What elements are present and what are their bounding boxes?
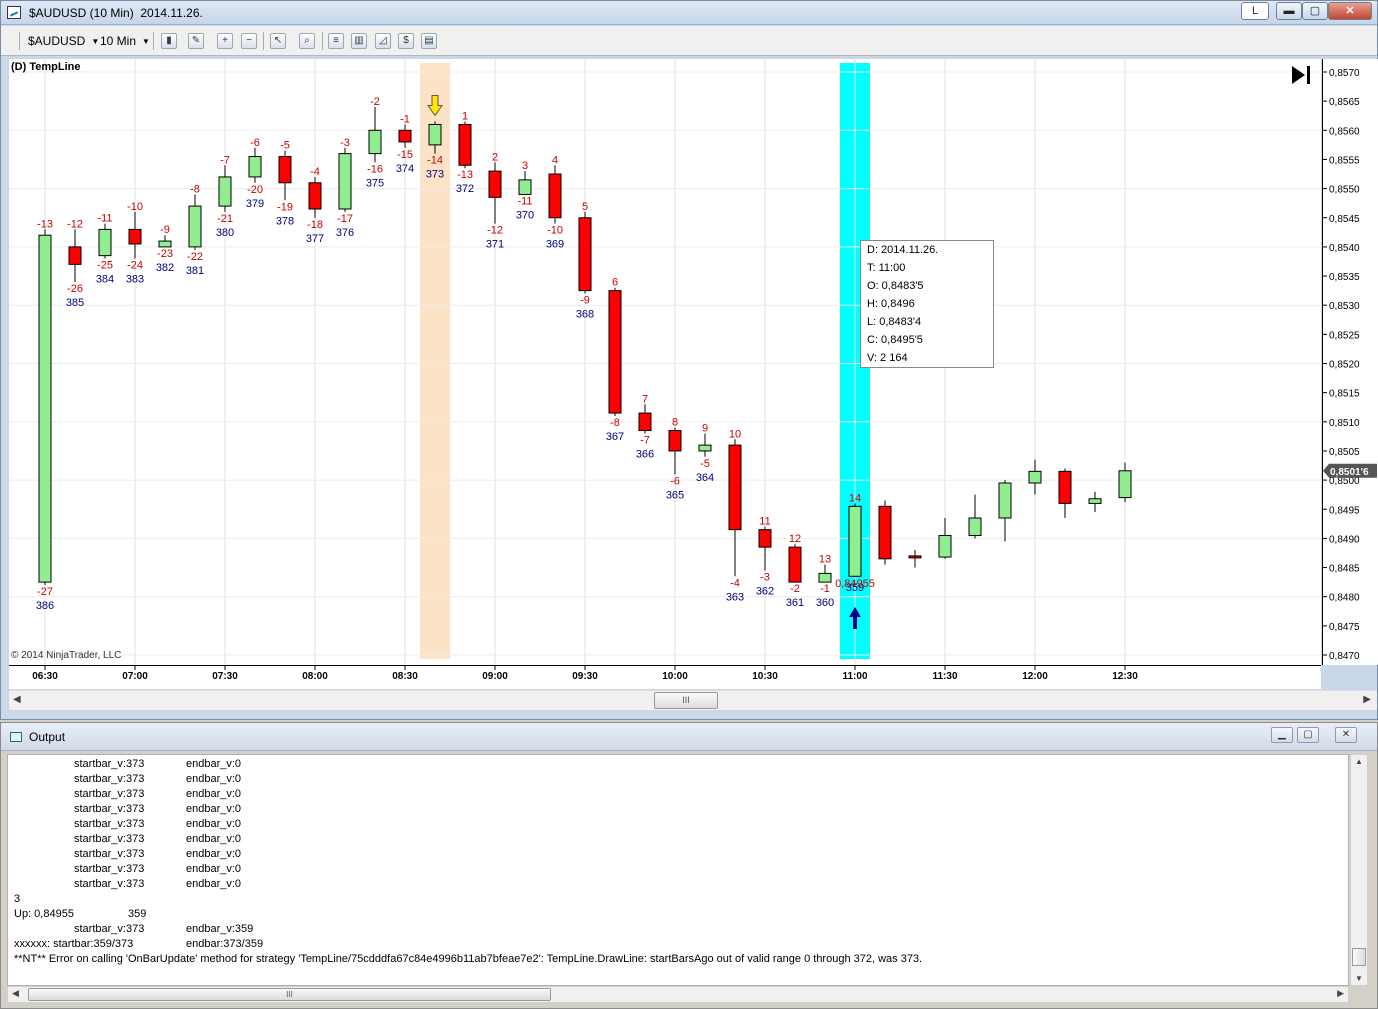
databox-low: L: 0,8483'4 (867, 316, 922, 328)
interval-selector[interactable]: 10 Min ▼ (100, 34, 150, 48)
bar-type-icon[interactable]: ▮ (161, 33, 177, 49)
close-icon: ✕ (1341, 729, 1351, 740)
output-line-endbar: endbar_v:0 (186, 788, 242, 800)
chart-window: $AUDUSD (10 Min) 2014.11.26. L ▬ ▢ ✕ $AU… (0, 0, 1378, 720)
output-window-icon (10, 732, 22, 742)
copyright-text: © 2014 NinjaTrader, LLC (11, 650, 122, 661)
zoom-out-icon[interactable]: − (241, 33, 257, 49)
output-line-endbar: endbar_v:0 (186, 863, 242, 875)
scroll-down-icon[interactable]: ▼ (1355, 974, 1363, 983)
output-line-startbar: startbar_v:373 (74, 773, 145, 785)
output-minimize-button[interactable]: ▁ (1271, 727, 1293, 743)
dollar-icon[interactable]: $ (398, 33, 414, 49)
output-line-startbar: startbar_v:373 (74, 878, 145, 890)
output-line-startbar: startbar_v:373 (74, 833, 145, 845)
toolbar-separator (263, 32, 264, 50)
output-line-endbar: endbar_v:0 (186, 878, 242, 890)
output-line-startbar: startbar_v:373 (74, 848, 145, 860)
output-maximize-button[interactable]: ▢ (1297, 727, 1319, 743)
link-button[interactable]: L (1241, 2, 1269, 20)
title-bar[interactable]: $AUDUSD (10 Min) 2014.11.26. L ▬ ▢ ✕ (1, 1, 1377, 25)
output-line-xx: xxxxxx: startbar:359/373 (14, 938, 134, 950)
toolbar-separator (19, 32, 20, 50)
output-line-endbar: endbar_v:0 (186, 833, 242, 845)
scroll-up-icon[interactable]: ▲ (1355, 757, 1363, 766)
indicators-icon[interactable]: ▥ (351, 33, 367, 49)
scrollbar-thumb[interactable] (1352, 948, 1366, 966)
scrollbar-thumb[interactable]: III (28, 988, 551, 1001)
output-line-up: Up: 0,84955 (14, 908, 74, 920)
output-horizontal-scrollbar[interactable]: ◀ III ▶ (7, 986, 1349, 1003)
data-box: D: 2014.11.26. T: 11:00 O: 0,8483'5 H: 0… (860, 240, 994, 368)
output-title: Output (29, 730, 66, 744)
output-line-endbar: endbar_v:0 (186, 773, 242, 785)
pencil-draw-icon[interactable]: ✎ (188, 33, 204, 49)
databox-time: T: 11:00 (867, 262, 906, 274)
layout-icon[interactable]: ▤ (421, 33, 437, 49)
strategies-icon[interactable]: ◿ (375, 33, 391, 49)
scroll-right-icon[interactable]: ▶ (1363, 694, 1371, 705)
maximize-icon: ▢ (1303, 729, 1313, 740)
output-line-endbar: endbar_v:0 (186, 848, 242, 860)
output-line-startbar: startbar_v:373 (74, 758, 145, 770)
chart-plot-area[interactable] (9, 59, 1321, 665)
scrollbar-thumb[interactable]: III (654, 692, 718, 709)
maximize-icon: ▢ (1309, 5, 1321, 17)
search-icon[interactable]: ⌕ (299, 33, 315, 49)
output-line-count: 3 (14, 893, 21, 905)
output-text-area[interactable]: startbar_v:373 endbar_v:0 startbar_v:373 en… (7, 754, 1349, 986)
chart-horizontal-scrollbar[interactable]: ◀ III ▶ (9, 690, 1377, 710)
chart-toolbar: $AUDUSD ▼ 10 Min ▼ ▮ ✎ + − ↖ ⌕ ≡ ▥ ◿ $ ▤ (1, 26, 1377, 56)
output-line-endbar: endbar_v:359 (186, 923, 254, 935)
databox-date: D: 2014.11.26. (867, 244, 939, 256)
close-button[interactable]: ✕ (1328, 2, 1372, 20)
zoom-in-icon[interactable]: + (217, 33, 233, 49)
chevron-down-icon: ▼ (142, 37, 150, 47)
output-line-xx-end: endbar:373/359 (186, 938, 264, 950)
cursor-icon[interactable]: ↖ (270, 33, 286, 49)
time-axis[interactable] (9, 665, 1321, 689)
output-line-endbar: endbar_v:0 (186, 818, 242, 830)
scroll-right-icon[interactable]: ▶ (1337, 988, 1344, 999)
output-line-endbar: endbar_v:0 (186, 803, 242, 815)
output-line-startbar: startbar_v:373 (74, 788, 145, 800)
output-vertical-scrollbar[interactable]: ▲ ▼ (1350, 754, 1368, 986)
output-line-startbar: startbar_v:373 (74, 923, 145, 935)
minimize-icon: ▁ (1278, 729, 1286, 740)
scroll-left-icon[interactable]: ◀ (12, 988, 19, 999)
output-close-button[interactable]: ✕ (1335, 727, 1357, 743)
minimize-icon: ▬ (1283, 5, 1295, 17)
output-line-endbar: endbar_v:0 (186, 758, 242, 770)
databox-volume: V: 2 164 (867, 352, 908, 364)
output-title-bar[interactable]: Output ▁ ▢ ✕ (1, 723, 1377, 751)
minimize-button[interactable]: ▬ (1276, 2, 1302, 20)
output-line-error: **NT** Error on calling 'OnBarUpdate' me… (14, 953, 923, 965)
toolbar-separator (153, 32, 154, 50)
databox-open: O: 0,8483'5 (867, 280, 924, 292)
databox-high: H: 0,8496 (867, 298, 915, 310)
output-line-startbar: startbar_v:373 (74, 803, 145, 815)
instrument-label: $AUDUSD (28, 34, 86, 48)
output-line-startbar: startbar_v:373 (74, 863, 145, 875)
go-to-last-bar-icon[interactable] (1289, 63, 1313, 87)
close-icon: ✕ (1345, 5, 1355, 17)
window-title: $AUDUSD (10 Min) 2014.11.26. (29, 6, 203, 20)
chart-app-icon (7, 6, 21, 19)
chevron-down-icon: ▼ (91, 37, 100, 47)
instrument-selector[interactable]: $AUDUSD ▼ (28, 34, 99, 48)
output-line-up-bar: 359 (128, 908, 147, 920)
strategy-label: (D) TempLine (11, 61, 81, 73)
price-axis[interactable] (1322, 59, 1378, 665)
properties-icon[interactable]: ≡ (328, 33, 344, 49)
scroll-left-icon[interactable]: ◀ (13, 694, 21, 705)
maximize-button[interactable]: ▢ (1302, 2, 1328, 20)
toolbar-separator (322, 32, 323, 50)
output-line-startbar: startbar_v:373 (74, 818, 145, 830)
output-window: Output ▁ ▢ ✕ startbar_v:373 endbar_v:0 sta… (0, 722, 1378, 1009)
databox-close: C: 0,8495'5 (867, 334, 923, 346)
interval-label: 10 Min (100, 34, 137, 48)
